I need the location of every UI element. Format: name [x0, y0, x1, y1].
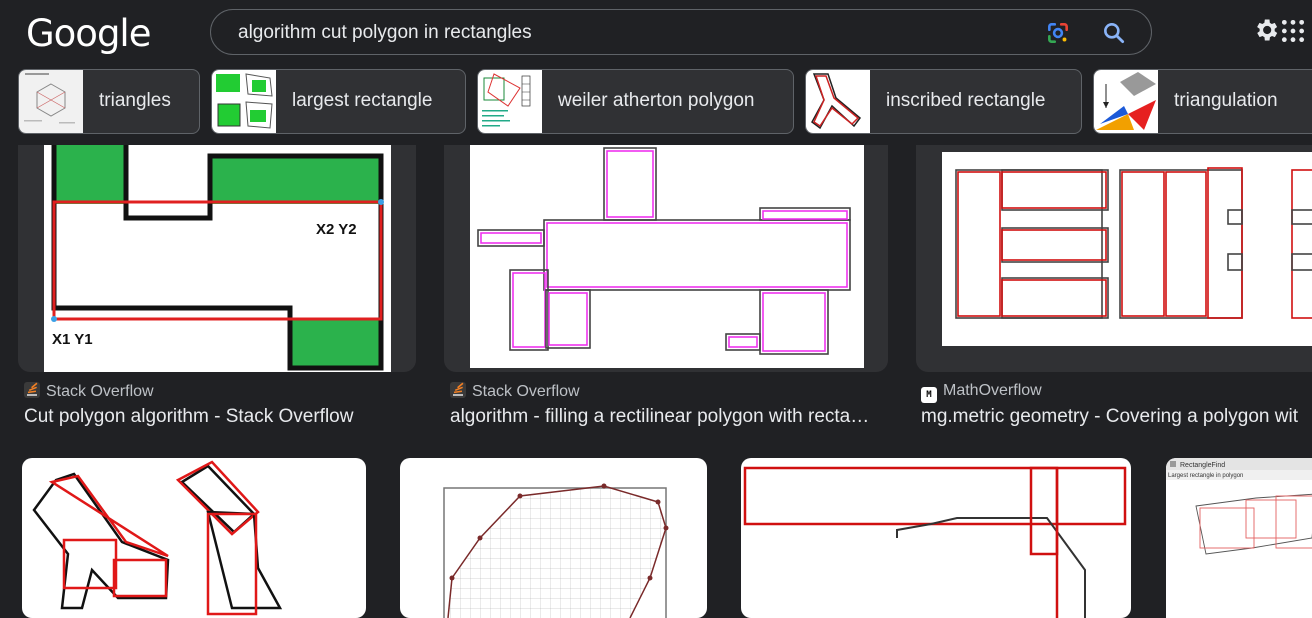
result-source-name: Stack Overflow: [46, 383, 154, 400]
chip-label: largest rectangle: [292, 90, 433, 111]
chip-label: triangulation: [1174, 90, 1278, 111]
search-icon[interactable]: [1101, 20, 1127, 46]
chip-triangles[interactable]: triangles: [18, 69, 200, 134]
result-image[interactable]: X2 Y2 X1 Y1: [44, 110, 391, 372]
result-source[interactable]: Stack Overflow: [450, 382, 580, 401]
window-subcaption: Largest rectangle in polygon: [1168, 473, 1243, 479]
result-source[interactable]: M MathOverflow: [921, 382, 1042, 403]
stack-overflow-favicon: [24, 382, 40, 398]
result-image[interactable]: RectangleFind Largest rectangle in polyg…: [1166, 458, 1312, 618]
chip-triangulation[interactable]: triangulation: [1093, 69, 1312, 134]
result-image-card[interactable]: [444, 110, 888, 372]
chip-largest-rectangle[interactable]: largest rectangle: [211, 69, 466, 134]
gear-icon[interactable]: [1252, 16, 1280, 44]
chip-label: triangles: [99, 90, 171, 111]
result-source-name: Stack Overflow: [472, 383, 580, 400]
result-title[interactable]: mg.metric geometry - Covering a polygon …: [921, 406, 1312, 428]
corner-label-x1y1: X1 Y1: [52, 331, 93, 348]
result-image[interactable]: [741, 458, 1131, 618]
search-box[interactable]: algorithm cut polygon in rectangles: [210, 9, 1152, 55]
chip-label: weiler atherton polygon: [558, 90, 755, 111]
result-title[interactable]: Cut polygon algorithm - Stack Overflow: [24, 406, 416, 428]
chip-thumbnail: [1094, 70, 1158, 133]
result-image[interactable]: [22, 458, 366, 618]
chip-weiler-atherton-polygon[interactable]: weiler atherton polygon: [477, 69, 794, 134]
stack-overflow-favicon: [450, 382, 466, 398]
result-image[interactable]: [470, 144, 864, 368]
chip-label: inscribed rectangle: [886, 90, 1046, 111]
result-image[interactable]: [400, 458, 707, 618]
google-lens-icon[interactable]: [1045, 20, 1071, 46]
window-caption: RectangleFind: [1180, 462, 1225, 469]
result-source-name: MathOverflow: [943, 382, 1042, 399]
result-image-card[interactable]: X2 Y2 X1 Y1: [18, 110, 416, 372]
chip-thumbnail: [212, 70, 276, 133]
result-title[interactable]: algorithm - filling a rectilinear polygo…: [450, 406, 886, 428]
apps-icon[interactable]: [1280, 18, 1306, 44]
result-image-card[interactable]: [916, 110, 1312, 372]
mathoverflow-favicon: M: [921, 387, 937, 403]
chip-thumbnail: [478, 70, 542, 133]
related-search-chips: triangles largest rectangle weiler ather…: [0, 69, 1312, 134]
result-source[interactable]: Stack Overflow: [24, 382, 154, 401]
google-logo[interactable]: Google: [26, 12, 151, 55]
result-image[interactable]: [942, 152, 1312, 346]
corner-label-x2y2: X2 Y2: [316, 221, 357, 238]
chip-thumbnail: [806, 70, 870, 133]
search-input[interactable]: algorithm cut polygon in rectangles: [238, 22, 532, 44]
chip-thumbnail: [19, 70, 83, 133]
chip-inscribed-rectangle[interactable]: inscribed rectangle: [805, 69, 1082, 134]
header: Google algorithm cut polygon in rectangl…: [0, 0, 1312, 145]
